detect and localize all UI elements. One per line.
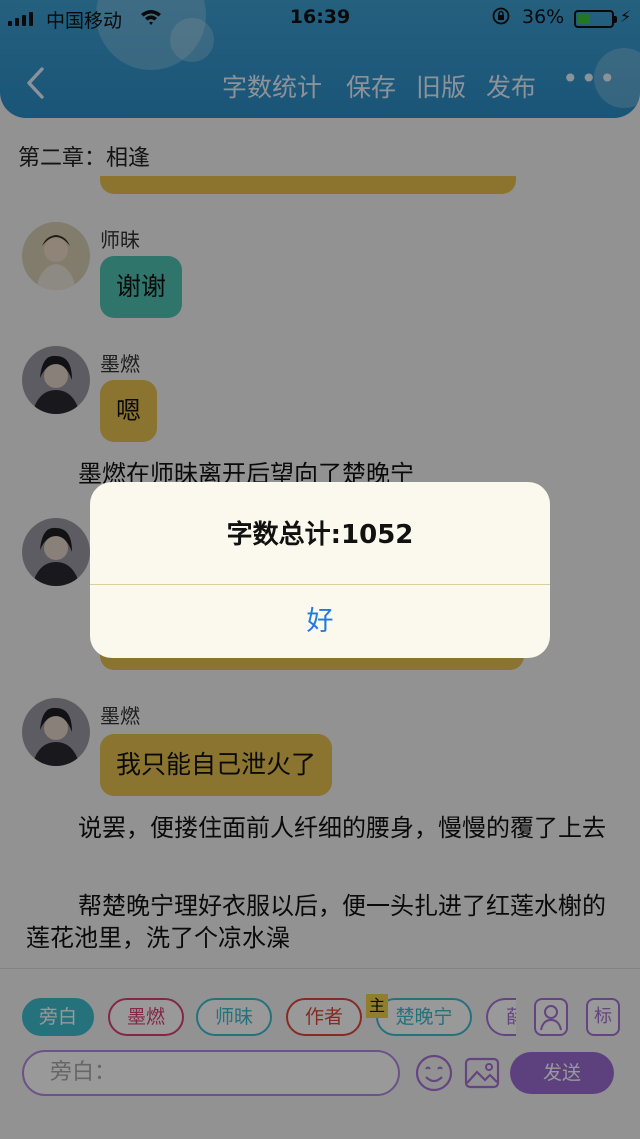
alert-ok-button[interactable]: 好	[90, 585, 550, 658]
alert-title: 字数总计:1052	[226, 520, 414, 550]
word-count-alert: 字数总计:1052 好	[90, 482, 550, 658]
